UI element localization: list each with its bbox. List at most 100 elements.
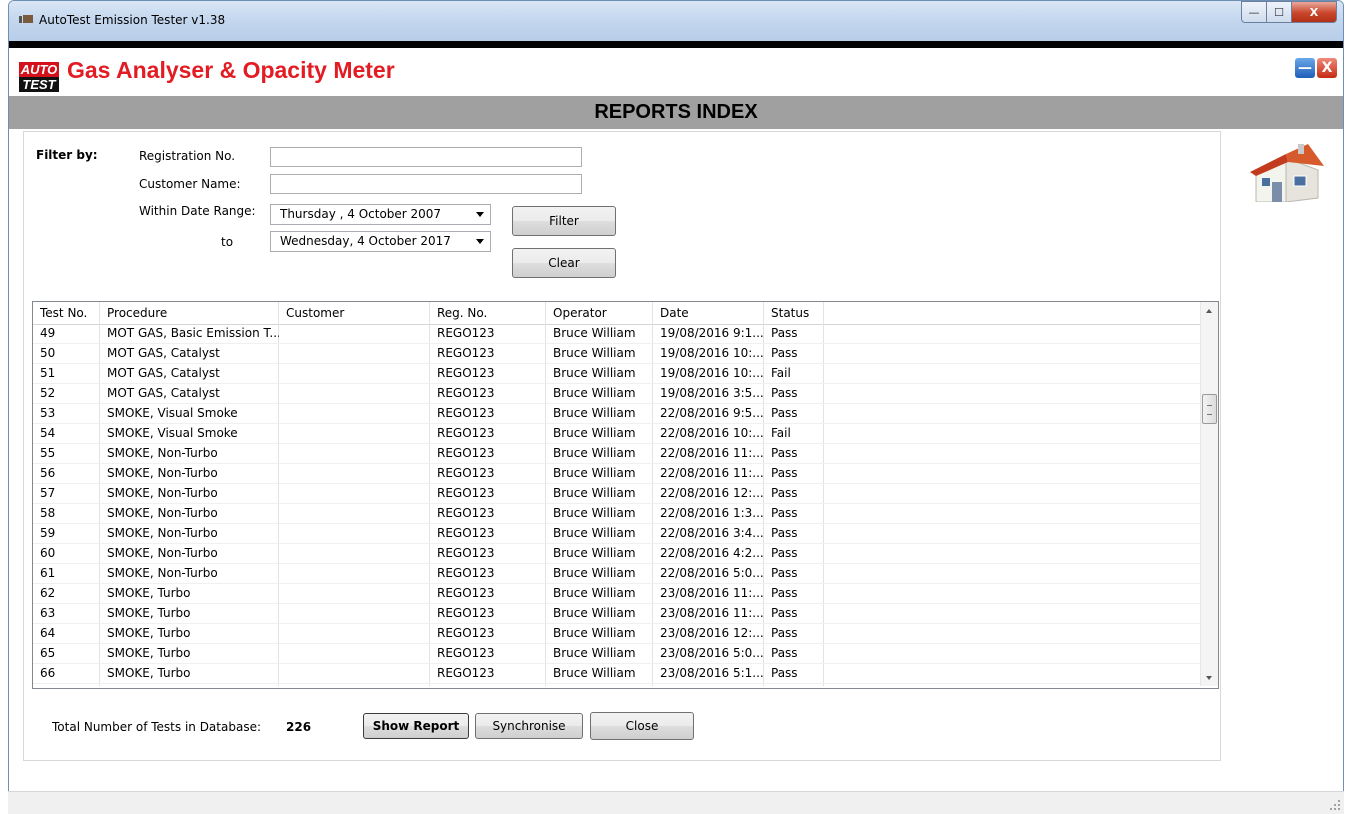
customer-name-input[interactable] <box>270 174 582 194</box>
cell-status: Pass <box>771 506 798 520</box>
resize-grip-icon[interactable] <box>1330 800 1340 810</box>
table-row[interactable]: 55 SMOKE, Non-Turbo REGO123 Bruce William 22… <box>33 444 1201 464</box>
cell-reg-no: REGO123 <box>437 506 495 520</box>
page-title: REPORTS INDEX <box>594 101 758 123</box>
cell-customer <box>279 424 430 444</box>
table-row[interactable]: 54 SMOKE, Visual Smoke REGO123 Bruce Willia… <box>33 424 1201 444</box>
cell-customer <box>279 444 430 464</box>
cell-customer <box>279 524 430 544</box>
cell-procedure: SMOKE, Visual Smoke <box>107 426 238 440</box>
table-row[interactable]: 61 SMOKE, Non-Turbo REGO123 Bruce William 22… <box>33 564 1201 584</box>
cell-test-no: 63 <box>40 606 56 620</box>
header-divider <box>9 41 1343 48</box>
window-close-button[interactable]: X <box>1292 1 1337 23</box>
table-row[interactable]: 65 SMOKE, Turbo REGO123 Bruce William 23/08/… <box>33 644 1201 664</box>
cell-status: Pass <box>771 326 798 340</box>
cell-reg-no: REGO123 <box>437 546 495 560</box>
logo-bottom-text: TEST <box>19 77 59 92</box>
cell-customer <box>279 504 430 524</box>
cell-procedure: SMOKE, Visual Smoke <box>107 406 238 420</box>
cell-customer <box>279 584 430 604</box>
chevron-down-icon[interactable] <box>476 239 484 244</box>
cell-reg-no: REGO123 <box>437 326 495 340</box>
cell-reg-no: REGO123 <box>437 446 495 460</box>
window-maximize-button[interactable]: ☐ <box>1267 1 1292 23</box>
cell-status: Pass <box>771 446 798 460</box>
filter-heading: Filter by: <box>36 148 98 162</box>
window-minimize-button[interactable]: — <box>1241 1 1267 23</box>
table-row[interactable]: 66 SMOKE, Turbo REGO123 Bruce William 23/08/… <box>33 664 1201 684</box>
home-icon[interactable] <box>1248 140 1324 202</box>
table-row[interactable]: 52 MOT GAS, Catalyst REGO123 Bruce William 1… <box>33 384 1201 404</box>
cell-operator: Bruce William <box>553 586 636 600</box>
close-button[interactable]: Close <box>590 712 694 740</box>
reports-table[interactable]: Test No. Procedure Customer Reg. No. Ope… <box>32 301 1219 689</box>
scroll-down-icon[interactable] <box>1206 676 1212 680</box>
cell-status: Pass <box>771 526 798 540</box>
cell-reg-no: REGO123 <box>437 486 495 500</box>
cell-date: 23/08/2016 12:... <box>660 626 764 640</box>
cell-date: 22/08/2016 10:... <box>660 426 764 440</box>
to-label: to <box>221 235 234 249</box>
cell-test-no: 65 <box>40 646 56 660</box>
table-row[interactable]: 58 SMOKE, Non-Turbo REGO123 Bruce William 22… <box>33 504 1201 524</box>
cell-customer <box>279 664 430 684</box>
table-row[interactable]: 56 SMOKE, Non-Turbo REGO123 Bruce William 22… <box>33 464 1201 484</box>
cell-status: Fail <box>771 366 791 380</box>
app-icon <box>19 15 33 23</box>
show-report-button[interactable]: Show Report <box>363 713 469 739</box>
table-row[interactable]: 62 SMOKE, Turbo REGO123 Bruce William 23/08/… <box>33 584 1201 604</box>
cell-procedure: SMOKE, Turbo <box>107 666 191 680</box>
table-row[interactable]: 60 SMOKE, Non-Turbo REGO123 Bruce William 22… <box>33 544 1201 564</box>
cell-test-no: 59 <box>40 526 56 540</box>
cell-procedure: SMOKE, Non-Turbo <box>107 446 218 460</box>
cell-date: 22/08/2016 11:... <box>660 466 764 480</box>
cell-procedure: SMOKE, Non-Turbo <box>107 546 218 560</box>
cell-status: Pass <box>771 626 798 640</box>
table-row[interactable]: 51 MOT GAS, Catalyst REGO123 Bruce William 1… <box>33 364 1201 384</box>
cell-operator: Bruce William <box>553 466 636 480</box>
filter-button[interactable]: Filter <box>512 206 616 236</box>
cell-date: 23/08/2016 5:0... <box>660 646 764 660</box>
cell-date: 22/08/2016 1:3... <box>660 506 764 520</box>
cell-reg-no: REGO123 <box>437 406 495 420</box>
cell-test-no: 58 <box>40 506 56 520</box>
table-row[interactable]: 49 MOT GAS, Basic Emission T... REGO123 Bru… <box>33 324 1201 344</box>
grip-icon <box>1207 405 1212 415</box>
scroll-thumb[interactable] <box>1202 394 1217 424</box>
cell-procedure: SMOKE, Non-Turbo <box>107 486 218 500</box>
table-row[interactable]: 57 SMOKE, Non-Turbo REGO123 Bruce William 22… <box>33 484 1201 504</box>
table-row[interactable]: 63 SMOKE, Turbo REGO123 Bruce William 23/08/… <box>33 604 1201 624</box>
cell-date: 22/08/2016 3:4... <box>660 526 764 540</box>
cell-customer <box>279 644 430 664</box>
cell-reg-no: REGO123 <box>437 626 495 640</box>
cell-date: 22/08/2016 9:5... <box>660 406 764 420</box>
table-row[interactable]: 64 SMOKE, Turbo REGO123 Bruce William 23/08/… <box>33 624 1201 644</box>
date-from-picker[interactable]: Thursday , 4 October 2007 <box>270 204 491 225</box>
status-bar <box>8 791 1344 814</box>
cell-date: 23/08/2016 5:1... <box>660 666 764 680</box>
cell-reg-no: REGO123 <box>437 466 495 480</box>
cell-date: 19/08/2016 10:... <box>660 346 764 360</box>
chevron-down-icon[interactable] <box>476 212 484 217</box>
app-close-button[interactable]: X <box>1317 58 1337 78</box>
table-row[interactable]: 53 SMOKE, Visual Smoke REGO123 Bruce Willia… <box>33 404 1201 424</box>
cell-test-no: 49 <box>40 326 56 340</box>
scroll-up-icon[interactable] <box>1206 309 1212 313</box>
synchronise-button[interactable]: Synchronise <box>475 713 583 739</box>
clear-button[interactable]: Clear <box>512 248 616 278</box>
cell-operator: Bruce William <box>553 666 636 680</box>
cell-test-no: 62 <box>40 586 56 600</box>
app-minimize-button[interactable]: — <box>1295 58 1315 78</box>
total-tests-label: Total Number of Tests in Database: <box>52 720 261 734</box>
cell-operator: Bruce William <box>553 546 636 560</box>
registration-input[interactable] <box>270 147 582 167</box>
date-to-picker[interactable]: Wednesday, 4 October 2017 <box>270 231 491 252</box>
table-row[interactable]: 50 MOT GAS, Catalyst REGO123 Bruce William 1… <box>33 344 1201 364</box>
cell-status: Pass <box>771 646 798 660</box>
cell-procedure: SMOKE, Non-Turbo <box>107 466 218 480</box>
cell-test-no: 61 <box>40 566 56 580</box>
table-vertical-scrollbar[interactable] <box>1200 302 1218 686</box>
app-header: AUTO TEST Gas Analyser & Opacity Meter —… <box>9 48 1343 96</box>
table-row[interactable]: 59 SMOKE, Non-Turbo REGO123 Bruce William 22… <box>33 524 1201 544</box>
